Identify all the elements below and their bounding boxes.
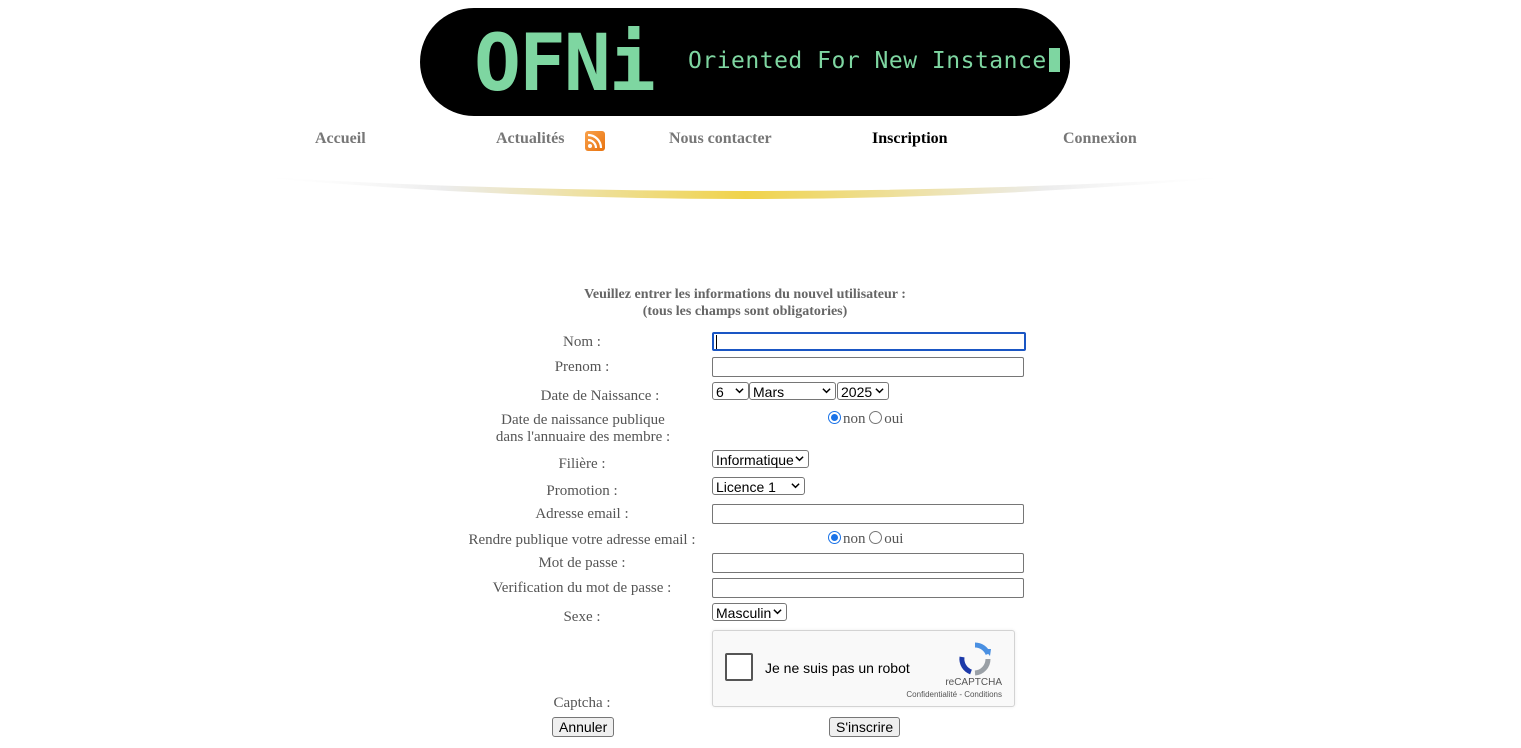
nav-item-inscription[interactable]: Inscription bbox=[872, 130, 948, 148]
site-logo: OFNi bbox=[474, 19, 656, 109]
nav-item-nous-contacter[interactable]: Nous contacter bbox=[669, 130, 772, 148]
label-promotion: Promotion : bbox=[546, 483, 618, 499]
sexe-select[interactable]: Masculin bbox=[712, 603, 787, 621]
chevron-down-icon bbox=[875, 388, 884, 394]
cancel-button[interactable]: Annuler bbox=[552, 717, 615, 737]
filiere-select[interactable]: Informatique bbox=[712, 450, 809, 468]
recaptcha-links[interactable]: Confidentialité - Conditions bbox=[906, 690, 1002, 699]
chevron-down-icon bbox=[735, 388, 744, 394]
label-email-publique: Rendre publique votre adresse email : bbox=[468, 532, 696, 548]
form-intro-line1: Veuillez entrer les informations du nouv… bbox=[584, 287, 906, 302]
label-mot-de-passe: Mot de passe : bbox=[538, 555, 626, 571]
password-input[interactable] bbox=[712, 553, 1024, 573]
header-banner: OFNi Oriented For New Instance bbox=[420, 8, 1070, 116]
label-date-publique: Date de naissance publique dans l'annuai… bbox=[495, 412, 671, 445]
nav-item-connexion[interactable]: Connexion bbox=[1063, 130, 1137, 148]
password-confirm-input[interactable] bbox=[712, 578, 1024, 598]
prenom-input[interactable] bbox=[712, 357, 1024, 377]
form-intro: Veuillez entrer les informations du nouv… bbox=[545, 286, 945, 320]
label-filiere: Filière : bbox=[558, 456, 606, 472]
email-input[interactable] bbox=[712, 504, 1024, 524]
rss-icon[interactable] bbox=[585, 131, 605, 151]
date-publique-non-radio[interactable] bbox=[828, 411, 841, 424]
submit-button[interactable]: S'inscrire bbox=[829, 717, 901, 737]
recaptcha-checkbox-label: Je ne suis pas un robot bbox=[765, 660, 910, 676]
promotion-select[interactable]: Licence 1 bbox=[712, 477, 805, 495]
chevron-down-icon bbox=[773, 609, 782, 615]
site-tagline: Oriented For New Instance bbox=[688, 48, 1060, 74]
label-prenom: Prenom : bbox=[554, 359, 610, 375]
birth-day-select[interactable]: 6 bbox=[712, 382, 749, 400]
chevron-down-icon bbox=[795, 456, 804, 462]
email-publique-oui-radio[interactable] bbox=[869, 531, 883, 544]
email-publique-radio-group: non oui bbox=[828, 531, 903, 548]
nav-item-actualites[interactable]: Actualités bbox=[496, 130, 564, 148]
email-publique-non-radio[interactable] bbox=[828, 531, 841, 544]
date-publique-radio-group: non oui bbox=[828, 411, 903, 428]
recaptcha-widget: Je ne suis pas un robot reCAPTCHA Confid… bbox=[712, 630, 1015, 707]
recaptcha-brand: reCAPTCHA bbox=[945, 677, 1002, 688]
label-sexe: Sexe : bbox=[563, 609, 601, 625]
birth-year-select[interactable]: 2025 bbox=[837, 382, 889, 400]
recaptcha-checkbox[interactable] bbox=[725, 653, 753, 681]
recaptcha-logo-icon bbox=[959, 642, 991, 676]
date-publique-oui-radio[interactable] bbox=[869, 411, 883, 424]
label-date-naissance: Date de Naissance : bbox=[540, 388, 660, 404]
nom-input[interactable] bbox=[712, 332, 1026, 351]
header-swoosh-divider bbox=[244, 176, 1246, 199]
label-verification-mot-de-passe: Verification du mot de passe : bbox=[492, 580, 672, 596]
form-intro-line2: (tous les champs sont obligatories) bbox=[642, 304, 848, 319]
label-email: Adresse email : bbox=[535, 506, 629, 522]
label-captcha: Captcha : bbox=[553, 695, 611, 711]
chevron-down-icon bbox=[791, 483, 800, 489]
birth-month-select[interactable]: Mars bbox=[749, 382, 836, 400]
terminal-cursor-icon bbox=[1048, 48, 1060, 72]
nav-item-accueil[interactable]: Accueil bbox=[315, 130, 366, 148]
label-nom: Nom : bbox=[563, 334, 601, 350]
text-caret-icon bbox=[716, 335, 717, 349]
chevron-down-icon bbox=[822, 388, 831, 394]
